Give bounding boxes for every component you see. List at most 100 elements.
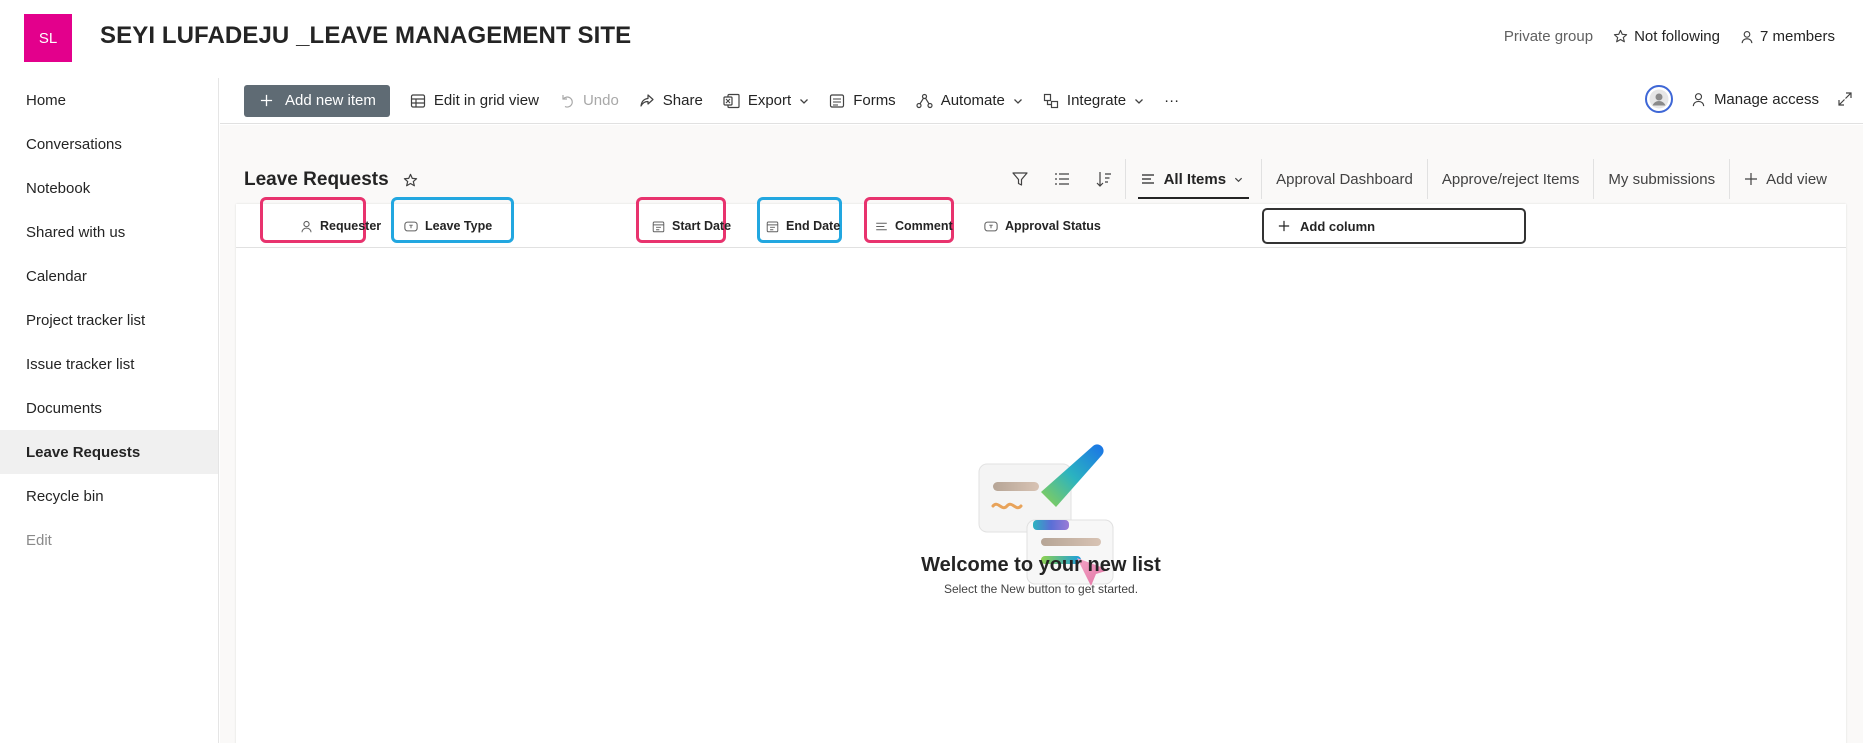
forms-icon bbox=[829, 93, 845, 109]
column-label: Comment bbox=[895, 219, 953, 233]
site-header-actions: Private group Not following 7 members bbox=[1504, 28, 1835, 45]
privacy-label: Private group bbox=[1503, 28, 1594, 45]
edit-grid-view-label: Edit in grid view bbox=[433, 92, 539, 109]
column-label: Start Date bbox=[672, 219, 732, 233]
sort-icon[interactable] bbox=[1083, 159, 1125, 199]
calendar-icon bbox=[652, 220, 665, 233]
manage-access-label: Manage access bbox=[1713, 90, 1819, 108]
automate-label: Automate bbox=[940, 92, 1005, 109]
person-icon bbox=[1691, 92, 1706, 107]
share-button[interactable]: Share bbox=[639, 92, 703, 109]
user-avatar[interactable] bbox=[1644, 85, 1673, 113]
add-column-label: Add column bbox=[1300, 218, 1376, 234]
column-label: Requester bbox=[320, 219, 382, 233]
current-view-label: All Items bbox=[1163, 170, 1227, 188]
site-logo[interactable]: SL bbox=[24, 14, 72, 62]
nav-item-recycle-bin[interactable]: Recycle bin bbox=[0, 474, 218, 518]
plus-icon bbox=[260, 94, 273, 107]
nav-item-leave-requests[interactable]: Leave Requests bbox=[0, 430, 218, 474]
column-header-start-date[interactable]: Start Date bbox=[652, 211, 731, 241]
edit-grid-view-button[interactable]: Edit in grid view bbox=[410, 92, 539, 109]
plus-icon bbox=[1744, 172, 1758, 186]
nav-item-documents[interactable]: Documents bbox=[0, 386, 218, 430]
column-label: Approval Status bbox=[1005, 219, 1101, 233]
view-tab-my-submissions[interactable]: My submissions bbox=[1593, 159, 1729, 199]
nav-edit-link[interactable]: Edit bbox=[0, 518, 218, 562]
nav-item-shared-with-us[interactable]: Shared with us bbox=[0, 210, 218, 254]
list-title: Leave Requests bbox=[244, 169, 418, 191]
excel-icon bbox=[723, 93, 740, 109]
add-view-button[interactable]: Add view bbox=[1729, 159, 1841, 199]
view-tab-approval-dashboard[interactable]: Approval Dashboard bbox=[1261, 159, 1427, 199]
integrate-button[interactable]: Integrate bbox=[1043, 92, 1144, 109]
members-label: 7 members bbox=[1759, 28, 1835, 45]
calendar-icon bbox=[766, 220, 779, 233]
undo-button[interactable]: Undo bbox=[559, 92, 619, 109]
nav-item-home[interactable]: Home bbox=[0, 78, 218, 122]
chevron-down-icon bbox=[1134, 96, 1144, 106]
empty-state-title: Welcome to your new list bbox=[921, 554, 1161, 576]
export-label: Export bbox=[747, 92, 792, 109]
command-bar-actions: Add new item Edit in grid view Undo Shar… bbox=[220, 84, 1179, 117]
add-new-item-label: Add new item bbox=[285, 92, 376, 109]
forms-label: Forms bbox=[853, 92, 896, 109]
add-new-item-button[interactable]: Add new item bbox=[244, 84, 390, 117]
current-view-selector[interactable]: All Items bbox=[1124, 159, 1262, 199]
nav-item-conversations[interactable]: Conversations bbox=[0, 122, 218, 166]
follow-button[interactable]: Not following bbox=[1613, 28, 1720, 45]
integrate-label: Integrate bbox=[1066, 92, 1127, 109]
nav-item-notebook[interactable]: Notebook bbox=[0, 166, 218, 210]
choice-icon bbox=[404, 220, 418, 233]
share-icon bbox=[639, 93, 655, 109]
list-panel: Requester Leave Type Start Date End Date… bbox=[236, 197, 1846, 743]
nav-item-project-tracker-list[interactable]: Project tracker list bbox=[0, 298, 218, 342]
choice-icon bbox=[984, 220, 998, 233]
list-content: Leave Requests All Items Approval Dashbo… bbox=[220, 125, 1863, 743]
person-icon bbox=[1740, 30, 1754, 44]
share-label: Share bbox=[662, 92, 703, 109]
nav-item-calendar[interactable]: Calendar bbox=[0, 254, 218, 298]
forms-button[interactable]: Forms bbox=[829, 92, 896, 109]
column-label: Leave Type bbox=[425, 219, 493, 233]
column-header-comment[interactable]: Comment bbox=[875, 211, 953, 241]
text-lines-icon bbox=[875, 220, 888, 233]
chevron-down-icon bbox=[799, 96, 809, 106]
nav-item-issue-tracker-list[interactable]: Issue tracker list bbox=[0, 342, 218, 386]
column-header-leave-type[interactable]: Leave Type bbox=[404, 211, 492, 241]
column-header-requester[interactable]: Requester bbox=[300, 211, 381, 241]
site-header: SL SEYI LUFADEJU _LEAVE MANAGEMENT SITE … bbox=[0, 0, 1863, 76]
column-header-row: Requester Leave Type Start Date End Date… bbox=[236, 197, 1846, 248]
empty-state-subtitle: Select the New button to get started. bbox=[943, 582, 1139, 596]
undo-icon bbox=[559, 93, 575, 109]
column-header-end-date[interactable]: End Date bbox=[766, 211, 840, 241]
expand-icon[interactable] bbox=[1837, 91, 1853, 107]
undo-label: Undo bbox=[582, 92, 619, 109]
group-by-icon[interactable] bbox=[1041, 159, 1083, 199]
person-icon bbox=[300, 220, 313, 233]
filter-icon[interactable] bbox=[999, 159, 1041, 199]
column-header-approval-status[interactable]: Approval Status bbox=[984, 211, 1101, 241]
chevron-down-icon bbox=[1013, 96, 1023, 106]
view-tab-approve-reject-items[interactable]: Approve/reject Items bbox=[1426, 159, 1594, 199]
manage-access-button[interactable]: Manage access bbox=[1691, 91, 1819, 108]
chevron-down-icon bbox=[1234, 175, 1243, 184]
more-options-button[interactable]: ··· bbox=[1164, 92, 1179, 109]
add-view-label: Add view bbox=[1766, 170, 1827, 188]
export-button[interactable]: Export bbox=[723, 92, 809, 109]
column-label: End Date bbox=[786, 219, 841, 233]
site-title[interactable]: SEYI LUFADEJU _LEAVE MANAGEMENT SITE bbox=[100, 22, 631, 50]
star-icon bbox=[1613, 29, 1628, 44]
favorite-star-icon[interactable] bbox=[403, 173, 418, 188]
left-navigation: Home Conversations Notebook Shared with … bbox=[0, 78, 219, 743]
integrate-icon bbox=[1043, 93, 1059, 109]
plus-icon bbox=[1278, 220, 1290, 232]
automate-button[interactable]: Automate bbox=[916, 92, 1023, 109]
flow-icon bbox=[916, 93, 933, 109]
list-view-icon bbox=[1140, 171, 1156, 187]
command-bar-right: Manage access bbox=[1644, 85, 1853, 113]
grid-icon bbox=[410, 93, 426, 109]
follow-label: Not following bbox=[1634, 28, 1720, 45]
members-button[interactable]: 7 members bbox=[1740, 28, 1835, 45]
list-title-text[interactable]: Leave Requests bbox=[244, 169, 389, 191]
add-column-button[interactable]: Add column bbox=[1262, 208, 1526, 244]
